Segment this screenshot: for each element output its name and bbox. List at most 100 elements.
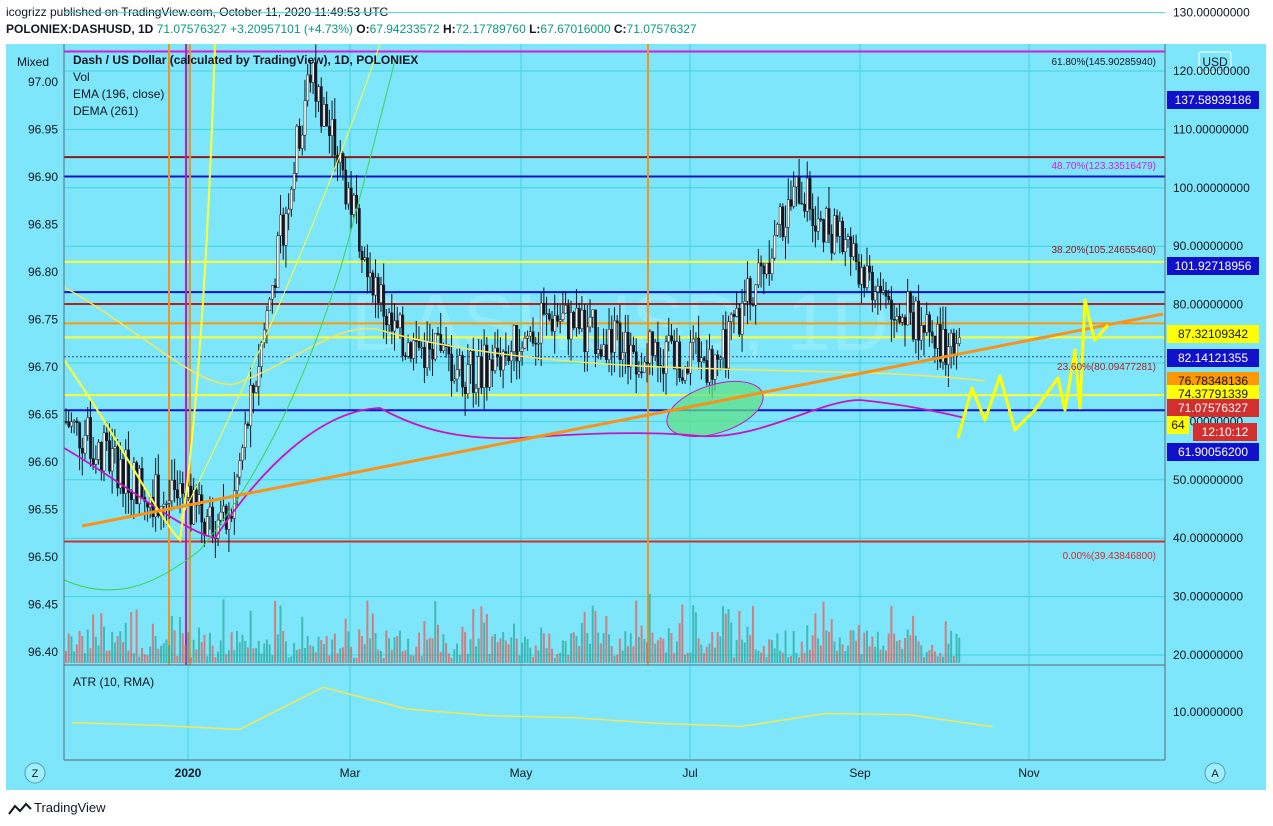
candle-body [395,320,399,329]
candle-body [564,305,568,314]
volume-bar [605,615,608,663]
left-tick-label: 96.55 [28,503,58,517]
candle-body [898,316,902,323]
volume-bar [694,612,697,663]
volume-bar [833,641,836,663]
volume-bar [252,648,255,663]
candle-body [387,312,391,326]
volume-bar [808,649,811,663]
right-tick-label: 30.00000000 [1173,590,1243,604]
candle-body [843,239,847,252]
time-tick-label: Mar [340,766,361,780]
volume-bar [382,657,385,663]
scale-mode[interactable]: Mixed [17,55,49,69]
candle-body [100,442,103,472]
candle-body [770,257,774,274]
volume-bar [67,633,70,663]
volume-bar [111,632,114,663]
candle-body [222,505,225,513]
candle-body [588,316,592,328]
volume-bar [551,648,554,663]
volume-bar [787,657,790,663]
candle-body [797,176,801,204]
candle-body [108,440,111,472]
volume-bar [570,633,573,663]
candle-body [882,290,885,293]
volume-bar [141,648,144,663]
volume-bar [532,657,535,663]
candle-body [192,489,196,525]
price-chart[interactable]: DASHUSD, 1D Dash / US Dollar (calculated… [0,0,1273,790]
candle-body [75,420,79,423]
candle-body [789,199,793,207]
candle-body [572,311,576,328]
candle-body [865,265,869,288]
candle-body [439,334,443,351]
volume-bar [944,621,947,663]
volume-bar [97,645,100,663]
volume-bar [404,650,407,663]
volume-bar [309,645,312,663]
candle-body [670,335,673,342]
volume-bar [716,632,719,663]
candle-body [89,417,92,459]
candle-body [162,503,166,507]
candle-body [127,449,130,493]
candle-body [138,468,141,504]
candle-body [97,442,101,460]
volume-bar [352,657,355,663]
volume-bar [502,632,505,663]
candle-body [697,337,701,363]
candle-body [605,344,608,360]
left-tick-label: 96.45 [28,598,58,612]
candle-body [936,324,940,349]
candle-body [786,199,790,228]
candle-body [129,492,133,500]
volume-bar [143,654,146,663]
candle-body [271,285,274,300]
candle-body [238,460,242,478]
footer-brand[interactable]: TradingView [34,800,106,815]
volume-bar [941,656,944,663]
volume-bar [426,639,429,663]
volume-bar [594,611,597,663]
volume-bar [689,652,692,663]
candle-body [110,448,114,472]
volume-bar [914,635,917,663]
candle-body [906,291,910,326]
volume-bar [333,633,336,663]
candle-body [816,218,820,232]
candle-body [453,378,456,382]
volume-bar [236,631,239,663]
candle-body [219,511,223,521]
candle-body [958,337,961,344]
fib-level-label: 61.80%(145.90285940) [1051,57,1156,68]
volume-bar [480,606,483,663]
volume-bar [732,657,735,663]
volume-bar [447,653,450,663]
volume-bar [540,627,543,663]
volume-bar [933,651,936,663]
volume-bar [830,619,833,663]
volume-bar [803,652,806,663]
candle-body [784,227,787,238]
candle-body [596,349,600,354]
candle-body [81,447,84,454]
candle-body [710,349,714,380]
volume-bar [553,657,556,663]
volume-bar [401,651,404,663]
volume-bar [393,637,396,663]
price-label-text: 61.90056200 [1178,445,1248,459]
candle-body [241,447,244,461]
candle-body [265,310,269,331]
volume-bar [670,632,673,663]
candle-body [838,221,842,237]
volume-bar [187,632,190,663]
candle-body [805,177,809,212]
price-label-text: 82.14121355 [1178,351,1248,365]
volume-bar [751,606,754,663]
candle-body [928,314,931,333]
volume-bar [662,638,665,663]
volume-bar [684,654,687,663]
left-tick-label: 97.00 [28,75,58,89]
